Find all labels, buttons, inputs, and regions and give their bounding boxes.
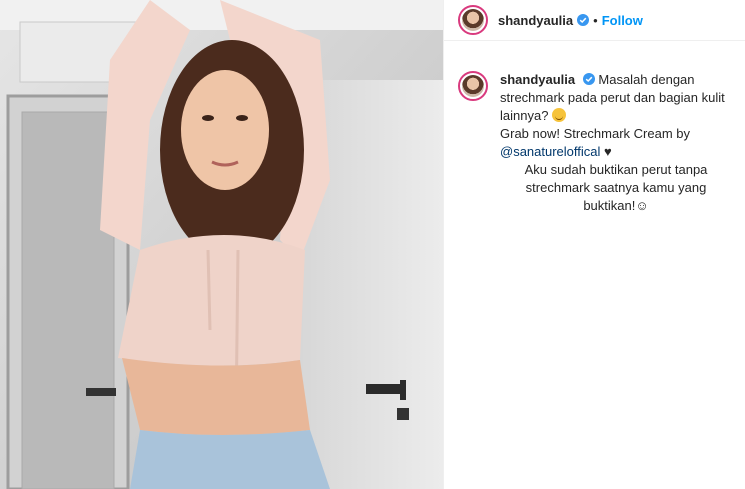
caption-line-3: Aku sudah buktikan perut tanpa strechmar… <box>524 162 708 213</box>
photo-illustration <box>0 0 443 489</box>
smile-icon: ☺ <box>635 198 649 213</box>
caption-comment: shandyaulia Masalah dengan strechmark pa… <box>444 41 745 215</box>
username-link[interactable]: shandyaulia <box>498 13 573 28</box>
mention-link[interactable]: @sanatureloffical <box>500 144 600 159</box>
post-header: shandyaulia • Follow <box>444 0 745 41</box>
post-sidebar: shandyaulia • Follow shandyaulia Masalah… <box>443 0 745 489</box>
caption-avatar[interactable] <box>458 71 488 101</box>
instagram-post: shandyaulia • Follow shandyaulia Masalah… <box>0 0 745 489</box>
follow-button[interactable]: Follow <box>602 13 643 28</box>
verified-badge-icon <box>577 14 590 26</box>
avatar[interactable] <box>458 5 488 35</box>
caption-text: shandyaulia Masalah dengan strechmark pa… <box>500 71 732 215</box>
heart-icon: ♥ <box>604 144 612 159</box>
post-photo[interactable] <box>0 0 443 489</box>
caption-line-2: Grab now! Strechmark Cream by <box>500 126 691 141</box>
separator-dot: • <box>593 12 598 28</box>
caption-line-3-wrap: Aku sudah buktikan perut tanpa strechmar… <box>500 161 732 215</box>
disappointed-face-emoji-icon <box>552 108 567 122</box>
verified-badge-icon <box>582 73 595 85</box>
caption-username-link[interactable]: shandyaulia <box>500 72 575 87</box>
